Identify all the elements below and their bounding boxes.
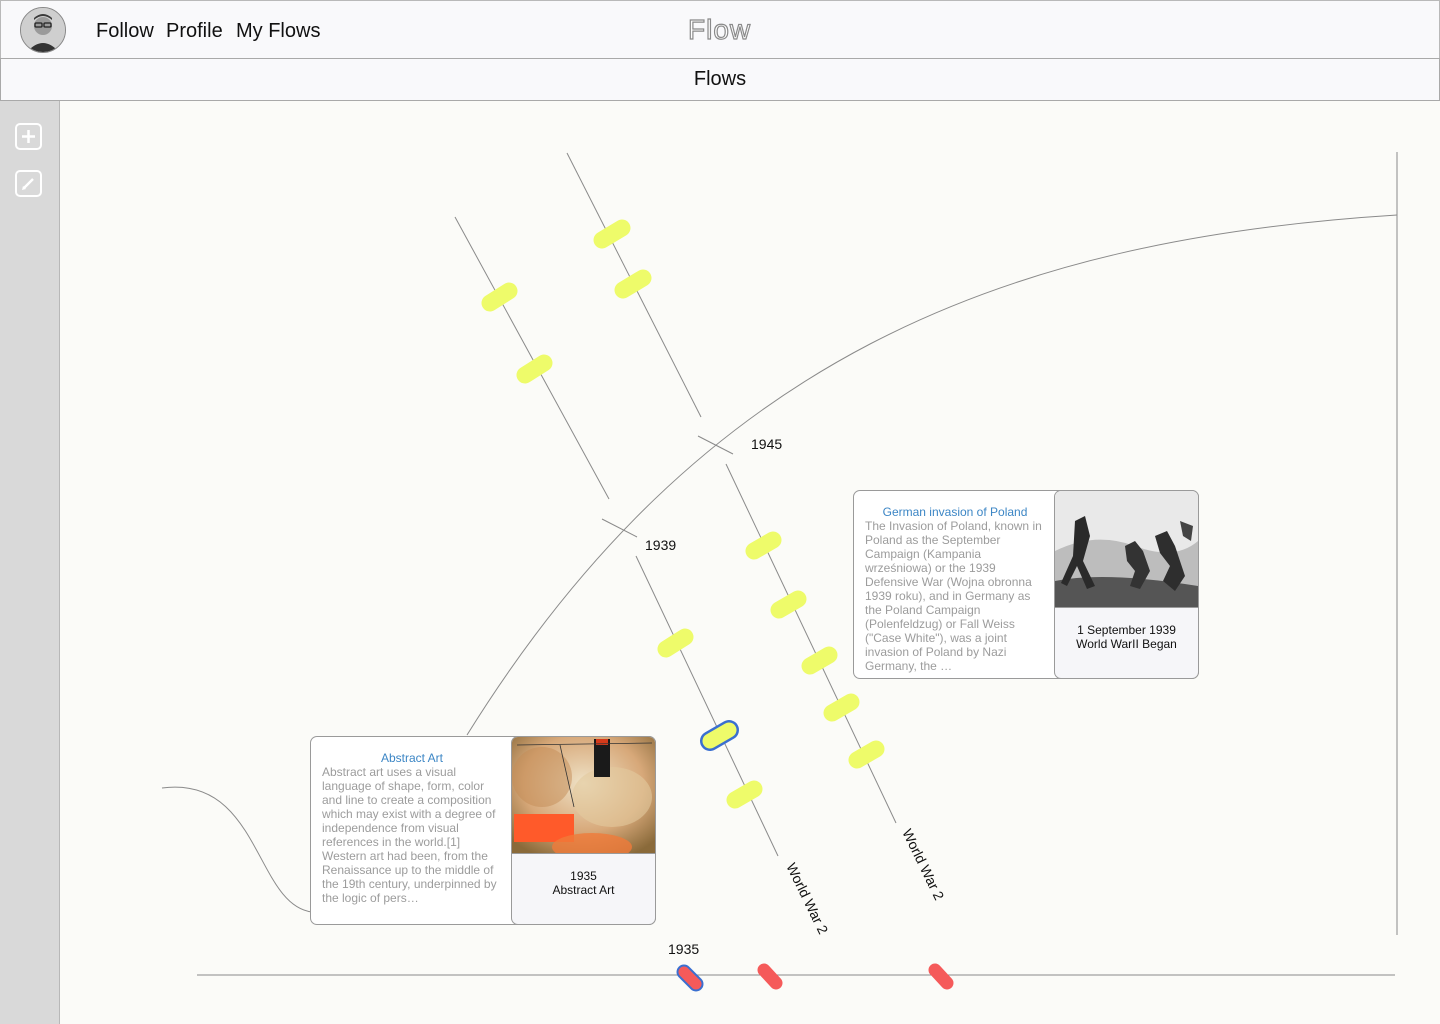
flow-line[interactable] xyxy=(454,216,610,500)
event-pill[interactable] xyxy=(823,693,860,722)
flow-label: World War 2 xyxy=(899,826,947,902)
event-pill[interactable] xyxy=(593,219,631,249)
event-pill[interactable] xyxy=(770,590,807,619)
event-pill[interactable] xyxy=(481,282,518,312)
event-pill[interactable] xyxy=(848,740,885,769)
year-label-1945: 1945 xyxy=(751,436,782,452)
flow-connector xyxy=(161,786,313,913)
flow-label: World War 2 xyxy=(783,860,831,936)
card-date: 1935 xyxy=(570,869,597,883)
card-title[interactable]: German invasion of Poland xyxy=(865,505,1045,519)
flow-canvas[interactable]: 1945 1939 1935 World War 2 World War 2 xyxy=(0,0,1440,1024)
year-tick xyxy=(697,435,734,455)
event-card-poland[interactable]: German invasion of Poland The Invasion o… xyxy=(853,490,1199,679)
event-pill[interactable] xyxy=(726,780,763,809)
flow-line[interactable] xyxy=(635,555,779,857)
card-name: World WarII Began xyxy=(1076,637,1177,651)
event-card-abstract-art[interactable]: Abstract Art Abstract art uses a visual … xyxy=(310,736,656,925)
event-pill[interactable] xyxy=(745,531,782,560)
event-pill[interactable] xyxy=(657,628,694,658)
card-description: Abstract art uses a visual language of s… xyxy=(322,765,497,905)
card-name: Abstract Art xyxy=(552,883,615,897)
event-pill[interactable] xyxy=(614,269,652,299)
event-photo xyxy=(1055,491,1198,608)
card-title[interactable]: Abstract Art xyxy=(322,751,502,765)
artwork-image xyxy=(512,737,655,861)
card-date: 1 September 1939 xyxy=(1077,623,1176,637)
event-pill[interactable] xyxy=(801,646,838,675)
card-media: 1 September 1939 World WarII Began xyxy=(1054,490,1199,679)
card-description: The Invasion of Poland, known in Poland … xyxy=(865,519,1042,673)
card-media: 1935 Abstract Art xyxy=(511,736,656,925)
timeline-marker[interactable] xyxy=(928,963,954,990)
year-label-1939: 1939 xyxy=(645,537,676,553)
selected-event-pill[interactable] xyxy=(702,722,737,749)
event-pill[interactable] xyxy=(516,354,553,384)
year-label-1935: 1935 xyxy=(668,941,699,957)
timeline-marker[interactable] xyxy=(757,963,783,990)
